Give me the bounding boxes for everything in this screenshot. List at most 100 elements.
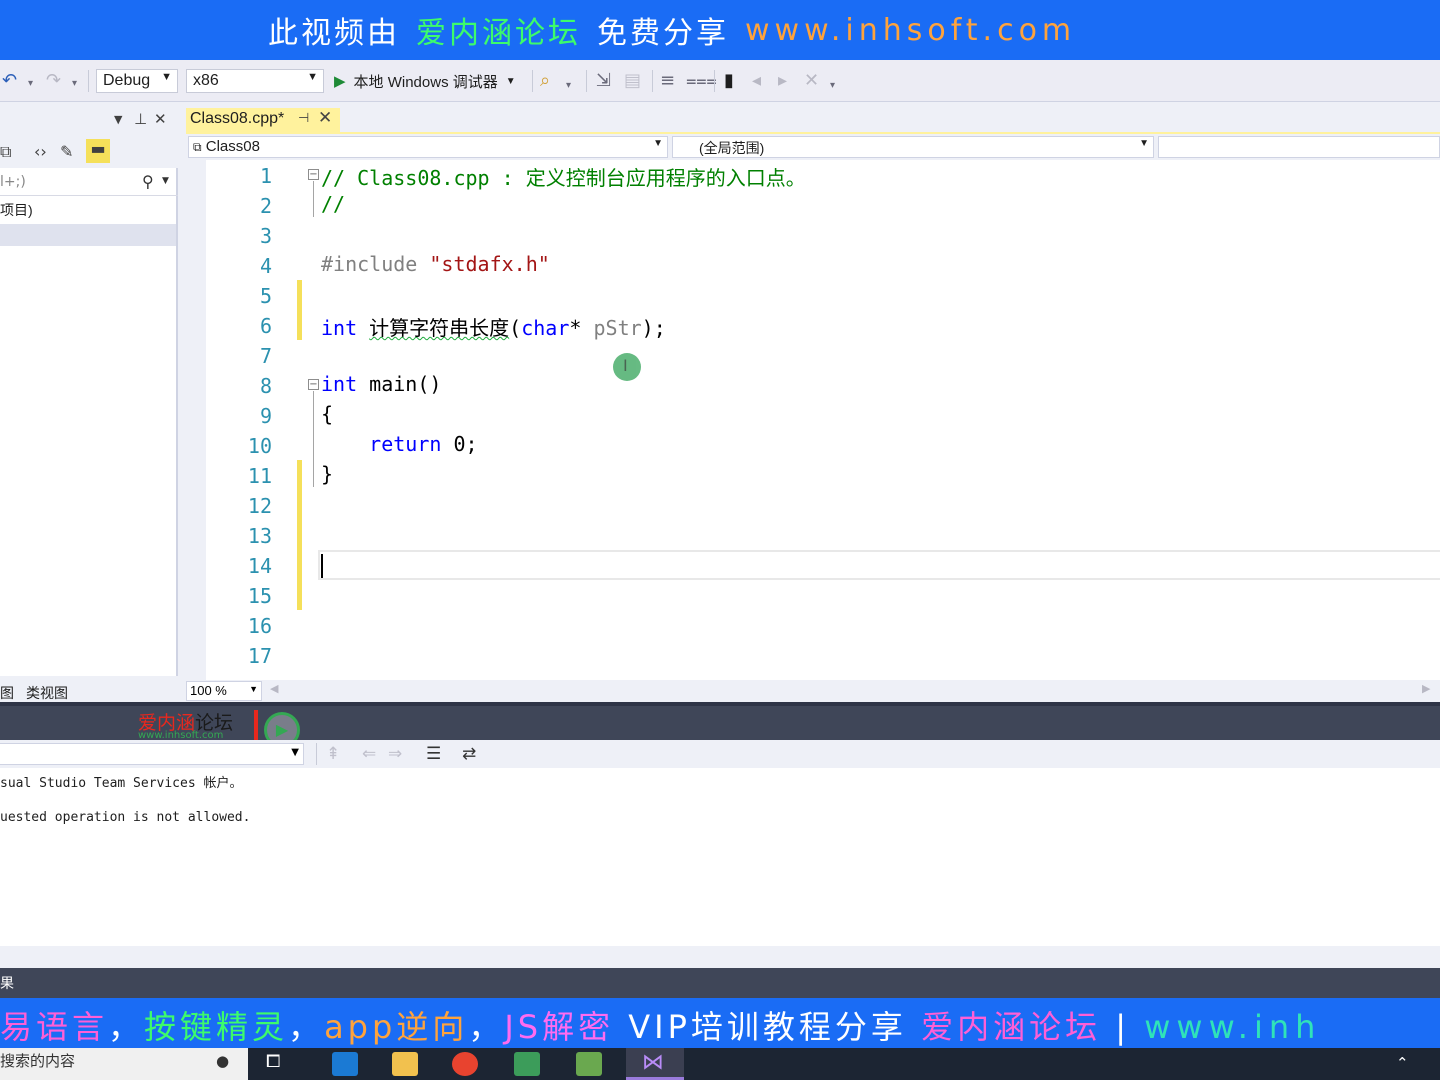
line-number: 13 [247, 524, 272, 548]
return-value: 0; [441, 432, 478, 456]
toolbar-overflow-icon[interactable]: ▾ [566, 76, 571, 96]
task-view-icon[interactable]: ⧠ [266, 1051, 292, 1075]
next-bookmark-icon[interactable]: ▸ [778, 71, 787, 91]
chevron-down-icon: ▼ [291, 747, 299, 758]
panel-splitter: 爱内涵论坛 www.inhsoft.com ▶ [0, 702, 1440, 748]
chevron-down-icon: ▼ [653, 138, 663, 149]
close-icon[interactable]: ✕ [154, 110, 167, 128]
code-view-icon[interactable]: ‹› [34, 142, 47, 161]
project-icon: ⧉ [193, 140, 202, 154]
toolbar-overflow-icon[interactable]: ▾ [830, 76, 835, 96]
line-number: 11 [247, 464, 272, 488]
find-in-files-icon[interactable]: ⌕ [540, 71, 550, 91]
tab-results[interactable]: 果 [0, 976, 14, 992]
find-message-icon[interactable]: ⇞ [326, 744, 340, 764]
platform-value: x86 [193, 72, 219, 89]
line-number: 14 [247, 554, 272, 578]
current-line-highlight [318, 550, 1440, 580]
bookmark-icon[interactable]: ▮ [724, 71, 734, 91]
code-line-6: int 计算字符串长度(char* pStr); [321, 312, 666, 341]
pin-icon[interactable]: ⊥ [134, 110, 147, 128]
start-debugger-label: 本地 Windows 调试器 [353, 73, 498, 91]
collapse-icon[interactable]: − [308, 169, 319, 180]
zoom-select[interactable]: 100 % ▼ [186, 681, 262, 701]
param-type-keyword: char [521, 316, 570, 340]
start-debugger-button[interactable]: ▶ 本地 Windows 调试器 ▼ [334, 69, 516, 93]
undo-dropdown-icon[interactable]: ▾ [28, 74, 33, 94]
open-brace: { [321, 402, 334, 426]
tab-solution-explorer[interactable]: 图 [0, 683, 14, 703]
collapse-icon[interactable]: − [308, 379, 319, 390]
edge-browser-icon[interactable] [332, 1052, 358, 1076]
word-wrap-icon[interactable]: ⇄ [462, 744, 476, 764]
chevron-down-icon[interactable]: ▼ [162, 176, 169, 186]
sync-icon[interactable]: ⧉ [0, 142, 11, 162]
tab-class-view[interactable]: 类视图 [26, 683, 68, 703]
app-icon[interactable] [514, 1052, 540, 1076]
banner-sep: | [1115, 1008, 1131, 1046]
include-directive: #include [321, 252, 430, 276]
document-tab[interactable]: Class08.cpp* ⊣ ✕ [186, 108, 340, 133]
chrome-browser-icon[interactable] [452, 1052, 478, 1076]
taskbar-search-text: 搜索的内容 [0, 1052, 76, 1070]
microphone-icon[interactable]: ● [216, 1052, 229, 1070]
panel-toolbar: ⧉ ‹› ✎ ▬ [0, 136, 178, 168]
platform-select[interactable]: x86 ▼ [186, 69, 324, 93]
mouse-cursor-highlight [613, 353, 641, 381]
search-input-text: l+;) [0, 174, 26, 190]
close-icon[interactable]: ✕ [318, 108, 332, 128]
visual-studio-taskbar-icon[interactable] [626, 1048, 684, 1080]
pin-icon[interactable]: ⊣ [298, 110, 309, 126]
project-scope-select[interactable]: ⧉ Class08 ▼ [188, 136, 668, 158]
chevron-down-icon: ▼ [505, 75, 516, 87]
app-icon[interactable] [576, 1052, 602, 1076]
banner-seg: JS解密 [504, 1008, 615, 1046]
toolbar-separator [316, 743, 317, 765]
search-input[interactable]: l+;) ⚲ ▼ [0, 170, 178, 196]
file-explorer-icon[interactable] [392, 1052, 418, 1076]
prev-message-icon[interactable]: ⇐ [362, 744, 376, 764]
bottom-tab-strip: 果 [0, 968, 1440, 998]
scroll-right-icon[interactable]: ▶ [1422, 682, 1430, 695]
scroll-left-icon[interactable]: ◀ [270, 682, 278, 695]
function-scope-select[interactable] [1158, 136, 1440, 158]
solution-explorer-panel: ▼ ⊥ ✕ ⧉ ‹› ✎ ▬ l+;) ⚲ ▼ 项目) 图 类视图 [0, 104, 178, 708]
close-brace: } [321, 462, 334, 486]
output-line: uested operation is not allowed. [0, 810, 251, 825]
main-signature: main() [357, 372, 442, 396]
step-over-icon[interactable]: ▤ [624, 71, 641, 91]
solution-config-select[interactable]: Debug ▼ [96, 69, 178, 93]
zoom-value: 100 % [190, 683, 227, 698]
line-number: 9 [259, 404, 272, 428]
taskbar-search-box[interactable]: 搜索的内容 ● [0, 1048, 248, 1080]
undo-icon[interactable]: ↶ [2, 71, 17, 91]
clear-bookmarks-icon[interactable]: ✕ [804, 71, 819, 91]
type-keyword: int [321, 372, 358, 396]
output-line: sual Studio Team Services 帐户。 [0, 776, 243, 791]
redo-dropdown-icon[interactable]: ▾ [72, 74, 77, 94]
code-line-4: #include "stdafx.h" [321, 252, 550, 276]
next-message-icon[interactable]: ⇒ [388, 744, 402, 764]
output-window[interactable]: sual Studio Team Services 帐户。 uested ope… [0, 768, 1440, 946]
clear-all-icon[interactable]: ☰ [426, 744, 441, 764]
tree-item[interactable]: 项目) [0, 200, 33, 220]
line-number: 5 [259, 284, 272, 308]
search-icon[interactable]: ⚲ [142, 172, 154, 191]
code-editor[interactable]: 1 2 3 4 5 6 7 8 9 10 11 12 13 14 15 16 1… [186, 160, 1440, 680]
step-into-icon[interactable]: ⇲ [596, 71, 611, 91]
prev-bookmark-icon[interactable]: ◂ [752, 71, 761, 91]
comment-lines-icon[interactable]: ≡ [660, 71, 675, 91]
collapse-all-icon[interactable]: ▬ [86, 139, 110, 163]
toolbar-separator [586, 70, 587, 92]
paren-open: ( [509, 316, 522, 340]
properties-wrench-icon[interactable]: ✎ [60, 142, 73, 161]
output-source-select[interactable]: ▼ [0, 743, 304, 765]
panel-menu-icon[interactable]: ▼ [114, 113, 122, 126]
uncomment-lines-icon[interactable]: ⩶ [686, 71, 717, 91]
member-scope-select[interactable]: (全局范围) ▼ [672, 136, 1154, 158]
line-number: 6 [259, 314, 272, 338]
tree-item-selected[interactable] [0, 224, 176, 246]
solution-config-value: Debug [103, 72, 151, 89]
notification-icon[interactable]: ⌃ [1396, 1054, 1409, 1072]
redo-icon[interactable]: ↷ [46, 71, 61, 91]
